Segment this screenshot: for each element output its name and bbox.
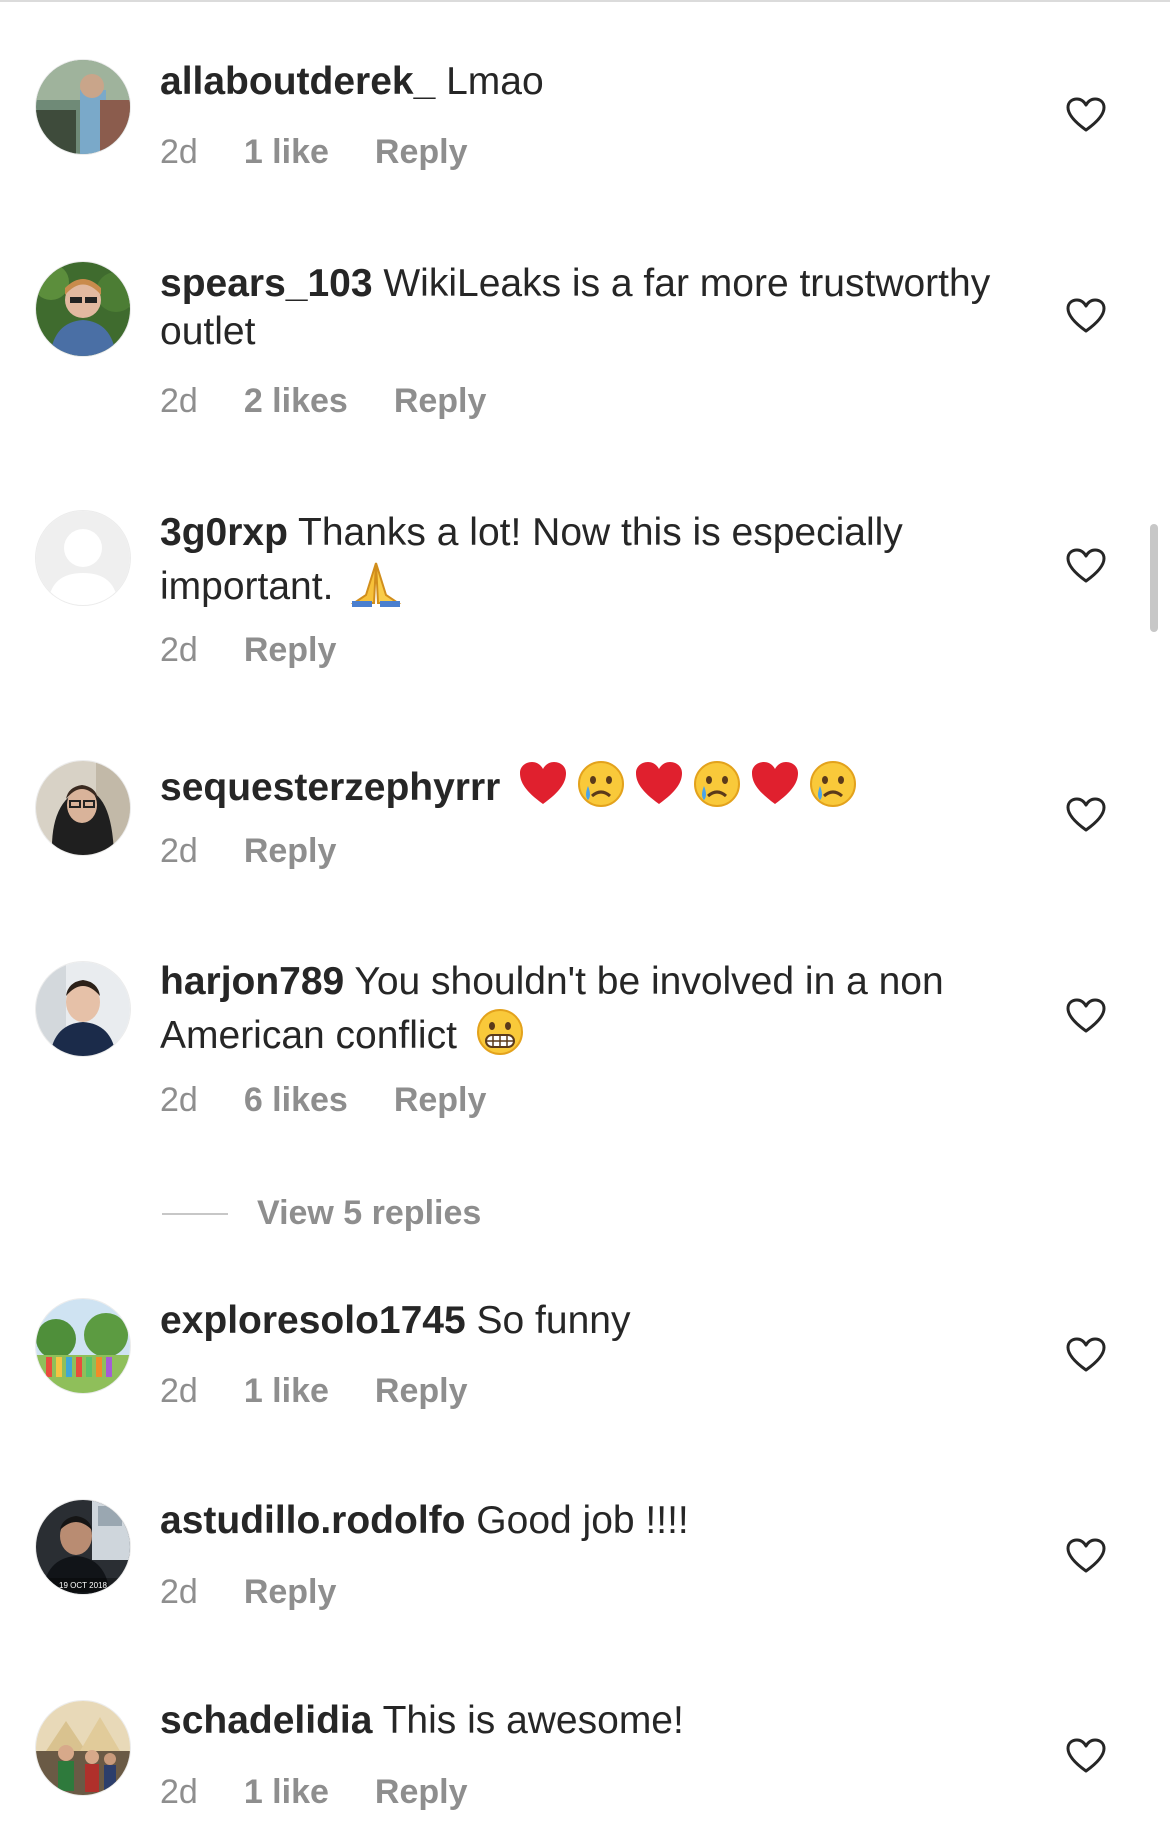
reply-button[interactable]: Reply: [375, 1773, 468, 1811]
comment-username[interactable]: 3g0rxp: [160, 511, 288, 554]
like-heart-icon[interactable]: [1066, 1738, 1106, 1774]
comment-text: sequesterzephyrrr: [160, 758, 1020, 812]
like-heart-icon[interactable]: [1066, 998, 1106, 1034]
like-heart-icon[interactable]: [1066, 1337, 1106, 1373]
folded-hands-emoji: [350, 557, 402, 609]
comment-username[interactable]: allaboutderek_: [160, 60, 435, 103]
reply-button[interactable]: Reply: [394, 1081, 487, 1119]
avatar-photo: [36, 262, 130, 356]
avatar[interactable]: [36, 1701, 130, 1795]
avatar-photo: [36, 1299, 130, 1393]
avatar[interactable]: [36, 962, 130, 1056]
like-heart-icon[interactable]: [1066, 548, 1106, 584]
comment-likes[interactable]: 6 likes: [244, 1081, 348, 1119]
comment-likes[interactable]: 1 like: [244, 1773, 329, 1811]
avatar-photo: 19 OCT 2018: [36, 1500, 130, 1594]
comment-likes[interactable]: 1 like: [244, 1372, 329, 1410]
reply-button[interactable]: Reply: [394, 382, 487, 420]
avatar[interactable]: [36, 60, 130, 154]
comment-text: astudillo.rodolfo Good job !!!!: [160, 1497, 1020, 1545]
comment-text: allaboutderek_ Lmao: [160, 58, 1020, 106]
comment-username[interactable]: astudillo.rodolfo: [160, 1499, 465, 1542]
comment-text: schadelidia This is awesome!: [160, 1697, 1020, 1745]
avatar-photo: [36, 962, 130, 1056]
avatar[interactable]: [36, 1299, 130, 1393]
like-heart-icon[interactable]: [1066, 1538, 1106, 1574]
comment-body: This is awesome!: [372, 1699, 684, 1742]
reply-button[interactable]: Reply: [375, 1372, 468, 1410]
comment-text: spears_103 WikiLeaks is a far more trust…: [160, 260, 1020, 356]
comment-text: harjon789 You shouldn't be involved in a…: [160, 958, 1020, 1060]
comment-username[interactable]: spears_103: [160, 262, 373, 305]
comment-time: 2d: [160, 1573, 198, 1611]
comment-time: 2d: [160, 382, 198, 420]
avatar-watermark-text: 19 OCT 2018: [59, 1581, 107, 1590]
comment-text: 3g0rxp Thanks a lot! Now this is especia…: [160, 509, 1020, 611]
comment-body: Good job !!!!: [465, 1499, 689, 1542]
reply-button[interactable]: Reply: [244, 631, 337, 669]
crying-face-emoji: [691, 758, 743, 810]
avatar[interactable]: [36, 511, 130, 605]
comment-time: 2d: [160, 1372, 198, 1410]
comment-time: 2d: [160, 1773, 198, 1811]
red-heart-emoji: [749, 758, 801, 810]
crying-face-emoji: [807, 758, 859, 810]
comment-time: 2d: [160, 631, 198, 669]
comment-username[interactable]: harjon789: [160, 960, 344, 1003]
red-heart-emoji: [633, 758, 685, 810]
comment-username[interactable]: sequesterzephyrrr: [160, 766, 500, 809]
reply-button[interactable]: Reply: [244, 832, 337, 870]
avatar[interactable]: [36, 761, 130, 855]
avatar-photo: [36, 1701, 130, 1795]
like-heart-icon[interactable]: [1066, 797, 1106, 833]
comment-body: So funny: [465, 1299, 631, 1342]
comment-text: exploresolo1745 So funny: [160, 1297, 1020, 1345]
grimacing-face-emoji: [474, 1006, 526, 1058]
comment-meta: 2d 1 like Reply: [160, 1772, 514, 1812]
comment-time: 2d: [160, 1081, 198, 1119]
comment-time: 2d: [160, 133, 198, 171]
avatar-photo: [36, 60, 130, 154]
comment-likes[interactable]: 2 likes: [244, 382, 348, 420]
like-heart-icon[interactable]: [1066, 298, 1106, 334]
top-divider: [0, 0, 1170, 2]
like-heart-icon[interactable]: [1066, 97, 1106, 133]
avatar[interactable]: 19 OCT 2018: [36, 1500, 130, 1594]
comment-meta: 2d Reply: [160, 831, 382, 871]
default-avatar-icon: [36, 511, 130, 605]
view-replies-label[interactable]: View 5 replies: [257, 1190, 481, 1236]
comment-time: 2d: [160, 832, 198, 870]
comment-meta: 2d Reply: [160, 630, 382, 670]
comment-body: Lmao: [435, 60, 544, 103]
comment-likes[interactable]: 1 like: [244, 133, 329, 171]
avatar-photo: [36, 761, 130, 855]
comment-meta: 2d 2 likes Reply: [160, 381, 532, 421]
avatar[interactable]: [36, 262, 130, 356]
crying-face-emoji: [575, 758, 627, 810]
comment-body: [500, 766, 511, 809]
comment-username[interactable]: exploresolo1745: [160, 1299, 466, 1342]
reply-button[interactable]: Reply: [375, 133, 468, 171]
comment-username[interactable]: schadelidia: [160, 1699, 372, 1742]
comment-meta: 2d 1 like Reply: [160, 1371, 514, 1411]
view-replies-divider: [162, 1213, 228, 1215]
comment-meta: 2d 6 likes Reply: [160, 1080, 532, 1120]
scrollbar[interactable]: [1150, 524, 1158, 632]
comment-meta: 2d 1 like Reply: [160, 132, 514, 172]
comment-meta: 2d Reply: [160, 1572, 382, 1612]
red-heart-emoji: [517, 758, 569, 810]
reply-button[interactable]: Reply: [244, 1573, 337, 1611]
